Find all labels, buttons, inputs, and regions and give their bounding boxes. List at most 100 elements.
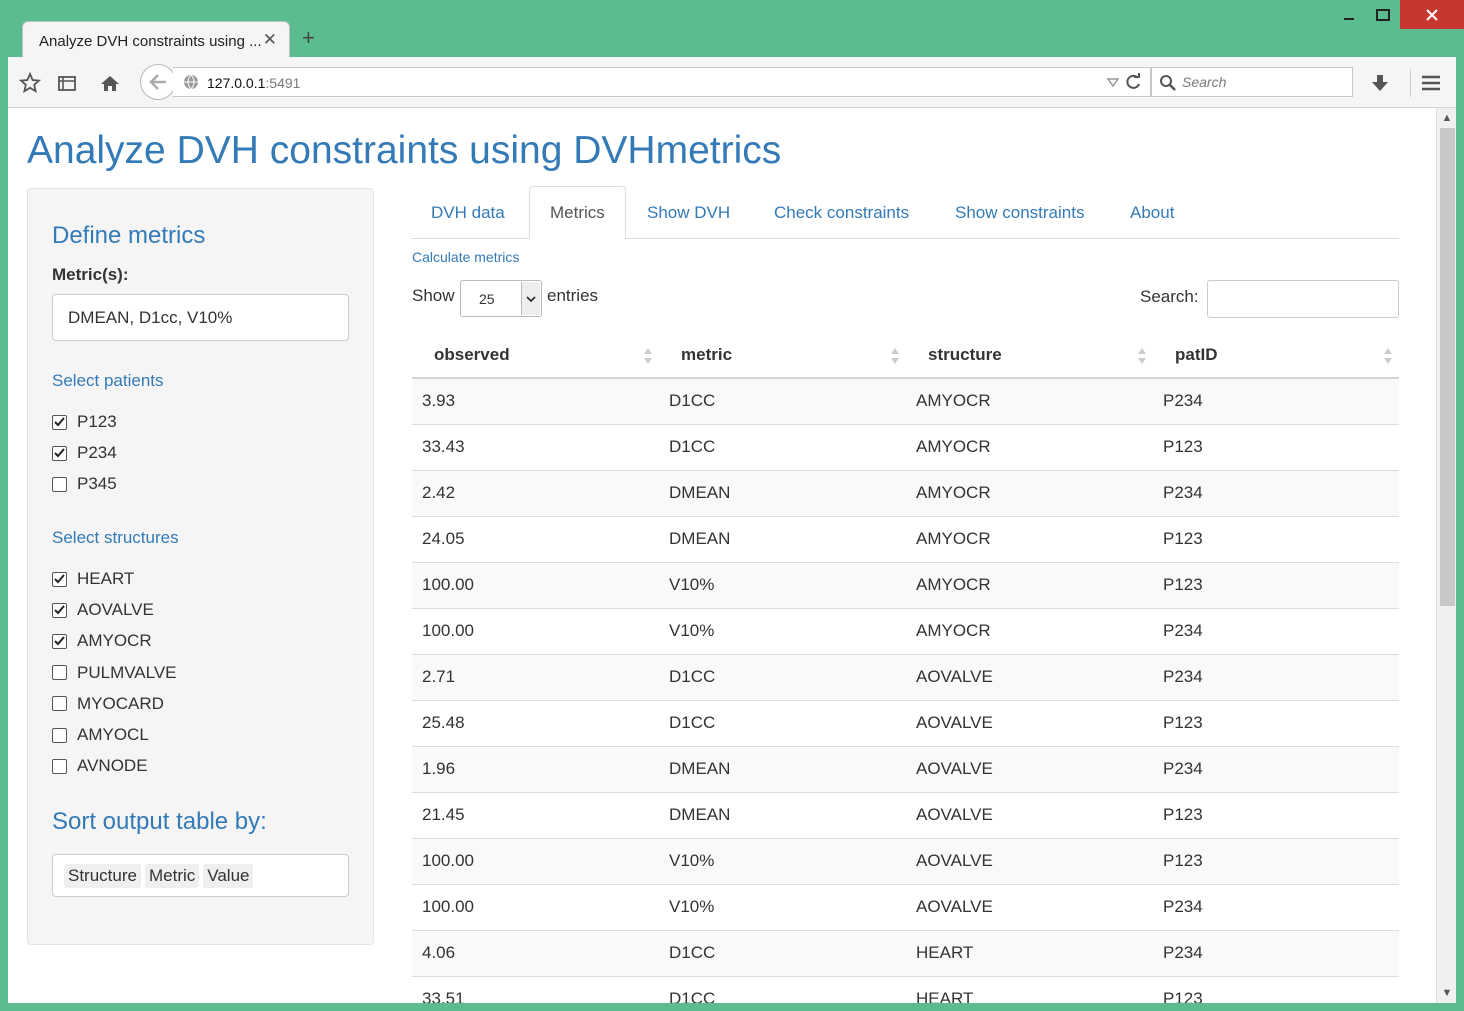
patient-checkbox-p345[interactable]: P345 (52, 473, 117, 495)
column-header-label: patID (1175, 344, 1218, 364)
sort-chip-metric[interactable]: Metric (144, 863, 200, 888)
table-search-label: Search: (1140, 287, 1199, 306)
sort-icon (1384, 348, 1392, 364)
subtab-calculate-metrics[interactable]: Calculate metrics (412, 249, 519, 265)
structure-checkbox-myocard[interactable]: MYOCARD (52, 693, 164, 715)
checkbox-label: AMYOCR (77, 631, 152, 651)
scrollbar-thumb[interactable] (1440, 128, 1455, 606)
checkbox-label: P123 (77, 412, 117, 431)
table-cell-metric: D1CC (659, 975, 906, 1003)
tab-about[interactable]: About (1110, 186, 1194, 239)
checkbox-unchecked[interactable] (52, 758, 67, 774)
downloads-icon[interactable] (1367, 70, 1393, 96)
table-cell-metric: V10% (659, 607, 906, 654)
column-header-metric[interactable]: metric (659, 332, 906, 379)
tab-check-constraints[interactable]: Check constraints (754, 186, 929, 239)
column-header-label: structure (928, 344, 1002, 364)
table-row[interactable]: 1.96 DMEAN AOVALVE P234 (412, 745, 1399, 792)
table-row[interactable]: 100.00 V10% AOVALVE P234 (412, 883, 1399, 930)
sort-order-input[interactable]: Structure Metric Value (52, 854, 349, 897)
table-search-input[interactable] (1207, 280, 1399, 318)
checkbox-unchecked[interactable] (52, 696, 67, 712)
tab-show-dvh[interactable]: Show DVH (627, 186, 750, 239)
structure-checkbox-amyocr[interactable]: AMYOCR (52, 630, 152, 652)
entries-select[interactable]: 25 (460, 280, 542, 317)
tab-metrics[interactable]: Metrics (529, 186, 626, 240)
table-cell-patid: P234 (1153, 883, 1399, 930)
column-header-observed[interactable]: observed (412, 332, 659, 379)
table-cell-patid: P234 (1153, 377, 1399, 424)
table-row[interactable]: 100.00 V10% AMYOCR P234 (412, 607, 1399, 654)
tab-show-constraints[interactable]: Show constraints (935, 186, 1104, 239)
reload-icon[interactable] (1124, 73, 1142, 91)
menu-icon[interactable] (1418, 70, 1444, 96)
bookmark-star-icon[interactable] (17, 70, 43, 96)
patient-checkbox-p123[interactable]: P123 (52, 411, 117, 433)
new-tab-button[interactable]: + (302, 27, 315, 49)
bookmarks-library-icon[interactable] (54, 70, 80, 96)
checkbox-unchecked[interactable] (52, 476, 67, 492)
url-bar[interactable]: 127.0.0.1:5491 (173, 67, 1151, 97)
table-cell-structure: AMYOCR (906, 515, 1153, 562)
checkbox-checked[interactable] (52, 602, 67, 618)
vertical-scrollbar[interactable]: ▲ ▼ (1436, 108, 1456, 1003)
sort-chip-value[interactable]: Value (203, 863, 254, 888)
select-patients-heading: Select patients (52, 371, 164, 390)
sort-icon (891, 348, 899, 364)
checkbox-label: PULMVALVE (77, 662, 177, 682)
minimize-button[interactable] (1332, 0, 1366, 29)
toolbar-separator (1410, 69, 1411, 97)
table-cell-patid: P123 (1153, 515, 1399, 562)
back-button[interactable] (140, 64, 176, 100)
maximize-button[interactable] (1366, 0, 1400, 29)
table-row[interactable]: 3.93 D1CC AMYOCR P234 (412, 377, 1399, 424)
scroll-down-icon[interactable]: ▼ (1437, 984, 1456, 1002)
close-tab-icon[interactable]: ✕ (263, 30, 277, 50)
sort-chip-structure[interactable]: Structure (64, 863, 141, 888)
browser-search-input[interactable] (1180, 72, 1348, 92)
structure-checkbox-amyocl[interactable]: AMYOCL (52, 724, 149, 746)
column-header-structure[interactable]: structure (906, 332, 1153, 379)
tab-dvh-data[interactable]: DVH data (411, 186, 525, 239)
show-label: Show (412, 286, 455, 305)
checkbox-checked[interactable] (52, 571, 67, 587)
checkbox-unchecked[interactable] (52, 727, 67, 743)
checkbox-unchecked[interactable] (52, 665, 67, 681)
table-row[interactable]: 25.48 D1CC AOVALVE P123 (412, 699, 1399, 746)
metrics-label: Metric(s): (52, 265, 129, 284)
checkbox-checked[interactable] (52, 414, 67, 430)
browser-tab[interactable]: Analyze DVH constraints using ... ✕ (22, 21, 290, 57)
table-row[interactable]: 2.71 D1CC AOVALVE P234 (412, 653, 1399, 700)
checkmark-icon (54, 574, 65, 584)
column-header-patid[interactable]: patID (1153, 332, 1399, 379)
browser-search-bar[interactable] (1151, 67, 1353, 97)
metrics-input[interactable] (52, 294, 349, 341)
structure-checkbox-pulmvalve[interactable]: PULMVALVE (52, 662, 177, 684)
checkbox-checked[interactable] (52, 633, 67, 649)
close-window-button[interactable] (1400, 0, 1464, 29)
sidebar-panel: Define metrics Metric(s): Select patient… (27, 188, 374, 945)
table-cell-structure: HEART (906, 975, 1153, 1003)
home-icon[interactable] (97, 70, 123, 96)
table-row[interactable]: 2.42 DMEAN AMYOCR P234 (412, 469, 1399, 516)
table-row[interactable]: 33.51 D1CC HEART P123 (412, 975, 1399, 1003)
url-host: 127.0.0.1 (207, 75, 266, 91)
table-cell-metric: V10% (659, 561, 906, 608)
patient-checkbox-p234[interactable]: P234 (52, 442, 117, 464)
table-row[interactable]: 24.05 DMEAN AMYOCR P123 (412, 515, 1399, 562)
table-row[interactable]: 100.00 V10% AOVALVE P123 (412, 837, 1399, 884)
scroll-up-icon[interactable]: ▲ (1437, 109, 1456, 127)
table-row[interactable]: 4.06 D1CC HEART P234 (412, 929, 1399, 976)
maximize-icon (1376, 8, 1390, 21)
checkbox-checked[interactable] (52, 445, 67, 461)
table-row[interactable]: 21.45 DMEAN AOVALVE P123 (412, 791, 1399, 838)
table-row[interactable]: 100.00 V10% AMYOCR P123 (412, 561, 1399, 608)
browser-tab-title: Analyze DVH constraints using ... (39, 33, 262, 50)
table-cell-patid: P234 (1153, 745, 1399, 792)
structure-checkbox-heart[interactable]: HEART (52, 568, 134, 590)
structure-checkbox-avnode[interactable]: AVNODE (52, 755, 148, 777)
history-dropdown-icon[interactable] (1106, 73, 1120, 91)
table-row[interactable]: 33.43 D1CC AMYOCR P123 (412, 423, 1399, 470)
url-text: 127.0.0.1:5491 (207, 75, 300, 91)
structure-checkbox-aovalve[interactable]: AOVALVE (52, 599, 154, 621)
